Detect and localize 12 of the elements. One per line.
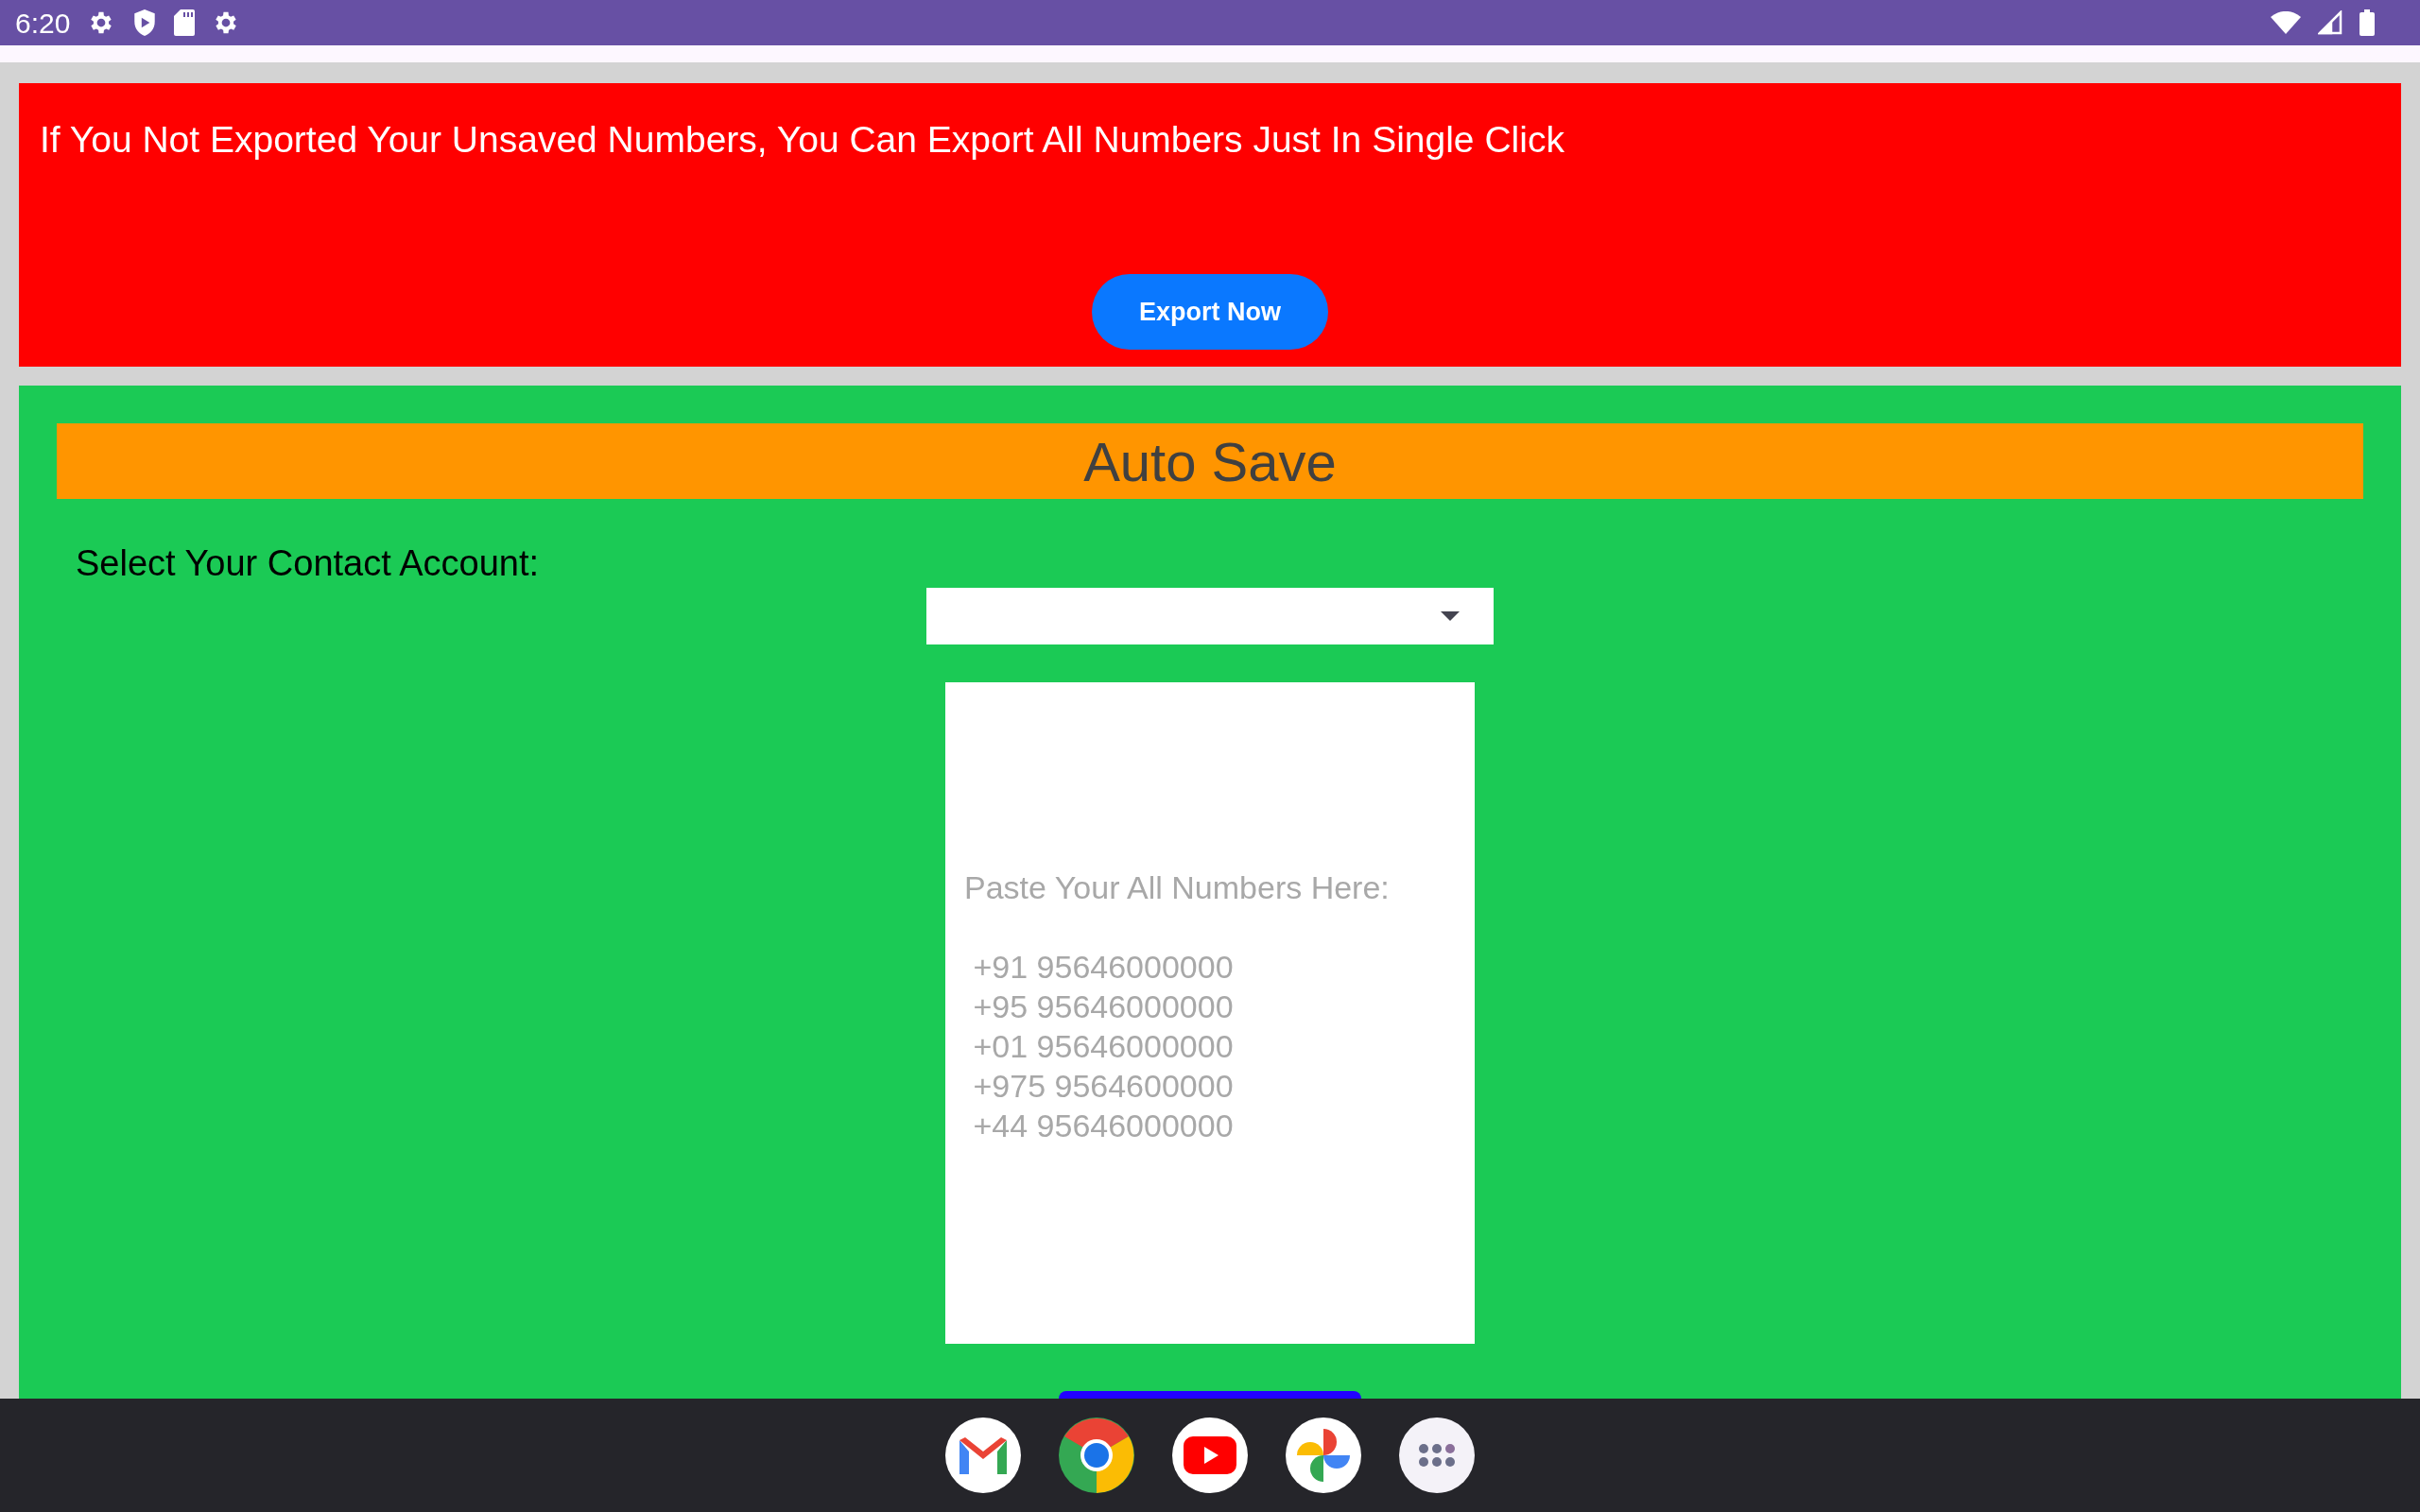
battery-icon	[2360, 9, 2375, 36]
shield-play-icon	[132, 9, 158, 37]
export-message: If You Not Exported Your Unsaved Numbers, You Can Export All Numbers Just In Single Click	[40, 118, 1565, 162]
status-time: 6:20	[15, 6, 71, 41]
signal-icon	[2318, 10, 2342, 35]
export-now-button[interactable]: Export Now	[1092, 274, 1328, 350]
auto-save-title: Auto Save	[1083, 429, 1337, 494]
dropdown-caret-icon	[1441, 611, 1460, 621]
numbers-input-field[interactable]: Paste Your All Numbers Here: +91 95646000000 +95 95646000000 +01 95646000000 +975 9564600000 +44 95646000000	[945, 682, 1475, 1344]
wifi-icon	[2271, 11, 2301, 34]
account-label: Select Your Contact Account:	[76, 542, 540, 584]
sd-card-icon	[174, 9, 196, 36]
